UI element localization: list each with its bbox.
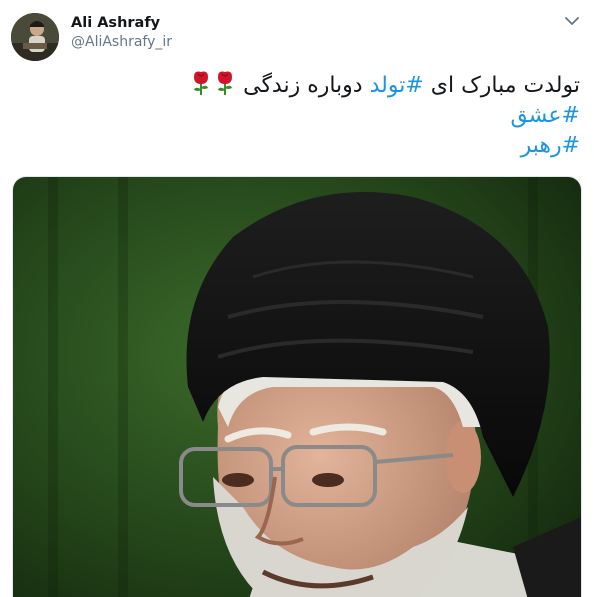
avatar-image xyxy=(11,13,59,61)
photo-image xyxy=(13,177,581,597)
hashtag-link[interactable]: #عشق xyxy=(510,103,580,128)
user-handle[interactable]: @AliAshrafy_ir xyxy=(71,32,172,52)
hashtag-link[interactable]: #تولد xyxy=(370,73,424,98)
display-name[interactable]: Ali Ashrafy xyxy=(71,14,172,32)
tweet-text-segment: دوباره زندگی xyxy=(243,73,370,98)
rose-icon xyxy=(218,71,233,95)
tweet-line-1: تولدت مبارک ای #تولد دوباره زندگی xyxy=(20,70,580,101)
chevron-down-icon[interactable] xyxy=(565,16,579,26)
hashtag-link[interactable]: #رهبر xyxy=(521,133,580,158)
tweet-text: تولدت مبارک ای #تولد دوباره زندگی #عشق #… xyxy=(20,70,580,161)
rose-icon xyxy=(194,71,209,95)
tweet-card: Ali Ashrafy @AliAshrafy_ir تولدت مبارک ا… xyxy=(0,0,594,597)
tweet-line-3: #رهبر xyxy=(20,131,580,161)
tweet-line-2: #عشق xyxy=(20,101,580,131)
tweet-text-segment: تولدت مبارک ای xyxy=(423,73,580,98)
tweet-photo[interactable] xyxy=(12,176,582,597)
tweet-header: Ali Ashrafy @AliAshrafy_ir xyxy=(11,10,583,61)
user-names: Ali Ashrafy @AliAshrafy_ir xyxy=(71,14,172,52)
avatar[interactable] xyxy=(11,13,59,61)
